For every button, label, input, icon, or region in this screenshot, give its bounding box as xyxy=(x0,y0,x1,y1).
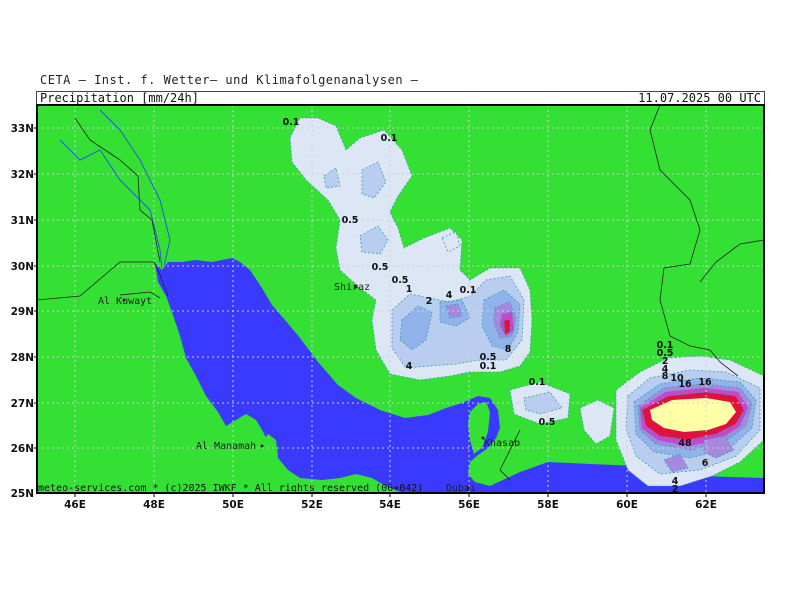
lat-label: 25N xyxy=(11,488,34,500)
lat-label: 32N xyxy=(11,169,34,181)
contour-label: 0.5 xyxy=(342,215,359,226)
latitude-axis: 33N 32N 31N 30N 29N 28N 27N 26N 25N xyxy=(11,123,34,500)
contour-label: 8 xyxy=(505,344,512,355)
lat-label: 31N xyxy=(11,215,34,227)
lon-label: 52E xyxy=(301,499,323,511)
lon-label: 62E xyxy=(695,499,717,511)
contour-label: 0.1 xyxy=(480,361,497,372)
lat-label: 27N xyxy=(11,398,34,410)
lon-label: 60E xyxy=(616,499,638,511)
contour-label: 1 xyxy=(406,284,413,295)
contour-label: 16 xyxy=(698,377,712,388)
lat-label: 26N xyxy=(11,443,34,455)
lon-label: 48E xyxy=(143,499,165,511)
longitude-axis: 46E 48E 50E 52E 54E 56E 58E 60E 62E xyxy=(64,499,717,511)
contour-label: 4 xyxy=(406,361,413,372)
contour-label: 0.5 xyxy=(539,417,556,428)
contour-label: 6 xyxy=(702,458,709,469)
lat-label: 29N xyxy=(11,306,34,318)
contour-label: 8 xyxy=(662,371,669,382)
lon-label: 54E xyxy=(379,499,401,511)
lat-label: 33N xyxy=(11,123,34,135)
contour-label: 16 xyxy=(678,379,692,390)
lon-label: 58E xyxy=(537,499,559,511)
place-label: Al Manamah xyxy=(196,441,256,452)
lon-label: 56E xyxy=(458,499,480,511)
contour-label: 0.1 xyxy=(529,377,546,388)
contour-label: 0.1 xyxy=(283,117,300,128)
precipitation-map: 0.1 0.1 0.5 0.5 0.5 1 2 4 0.1 8 0.5 0.1 … xyxy=(11,104,765,511)
place-label: Shiraz xyxy=(334,282,370,293)
contour-label: 0.1 xyxy=(381,133,398,144)
copyright-footer: meteo-services.com * (c)2025 IWKF * All … xyxy=(38,483,424,494)
contour-label: 0.5 xyxy=(372,262,389,273)
lon-label: 46E xyxy=(64,499,86,511)
contour-label: 48 xyxy=(678,438,692,449)
lat-label: 28N xyxy=(11,352,34,364)
lat-label: 30N xyxy=(11,261,34,273)
qatar-peninsula xyxy=(262,434,278,476)
contour-label: 0.1 xyxy=(460,285,477,296)
lon-label: 50E xyxy=(222,499,244,511)
place-label: Khasab xyxy=(484,438,520,449)
place-label: Al Kuwayt xyxy=(98,296,152,307)
contour-label: 4 xyxy=(446,290,453,301)
contour-label: 2 xyxy=(426,296,433,307)
